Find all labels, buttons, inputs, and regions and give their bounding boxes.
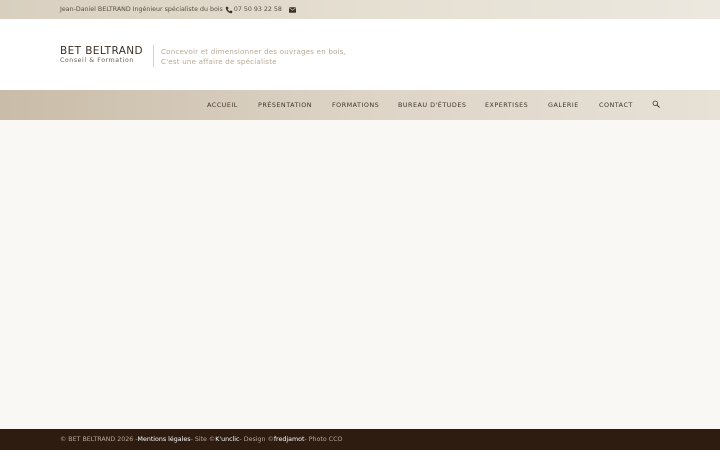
footer-design-text: - Design © xyxy=(239,436,274,443)
owner-text: Jean-Daniel BELTRAND Ingénieur spécialis… xyxy=(60,6,223,13)
envelope-icon[interactable] xyxy=(288,6,296,13)
footer-site-text: - Site © xyxy=(190,436,216,443)
logo-title: BET BELTRAND xyxy=(60,45,144,57)
nav-item-formations[interactable]: FORMATIONS xyxy=(332,90,379,120)
top-bar: Jean-Daniel BELTRAND Ingénieur spécialis… xyxy=(0,0,720,19)
tagline-line-2: C'est une affaire de spécialiste xyxy=(161,57,277,66)
nav-item-expertises[interactable]: EXPERTISES xyxy=(485,90,528,120)
footer-photo-text: - Photo CCO xyxy=(304,436,343,443)
tagline: Concevoir et dimensionner des ouvrages e… xyxy=(161,47,346,67)
site-credit-link[interactable]: K'unclic xyxy=(215,436,239,443)
footer-copyright: © BET BELTRAND 2026 - xyxy=(60,436,138,443)
nav-item-presentation[interactable]: PRÉSENTATION xyxy=(258,90,312,120)
phone-icon xyxy=(225,6,233,13)
site-footer: © BET BELTRAND 2026 - Mentions légales -… xyxy=(0,429,720,450)
nav-item-galerie[interactable]: GALERIE xyxy=(548,90,579,120)
legal-notice-link[interactable]: Mentions légales xyxy=(138,436,191,443)
main-content xyxy=(0,120,720,429)
tagline-line-1: Concevoir et dimensionner des ouvrages e… xyxy=(161,47,347,56)
search-icon[interactable] xyxy=(652,100,660,108)
site-logo[interactable]: BET BELTRAND Conseil & Formation xyxy=(60,27,143,65)
main-navigation: ACCUEIL PRÉSENTATION FORMATIONS BUREAU D… xyxy=(0,90,720,120)
logo-subtitle: Conseil & Formation xyxy=(60,57,134,64)
nav-item-bureau-etudes[interactable]: BUREAU D'ÉTUDES xyxy=(398,90,466,120)
nav-item-accueil[interactable]: ACCUEIL xyxy=(207,90,238,120)
logo-divider xyxy=(153,45,154,67)
design-credit-link[interactable]: fredjamot xyxy=(274,436,305,443)
nav-item-contact[interactable]: CONTACT xyxy=(599,90,633,120)
phone-number[interactable]: 07 50 93 22 58 xyxy=(234,6,282,13)
phone-link[interactable]: 07 50 93 22 58 xyxy=(225,6,282,14)
